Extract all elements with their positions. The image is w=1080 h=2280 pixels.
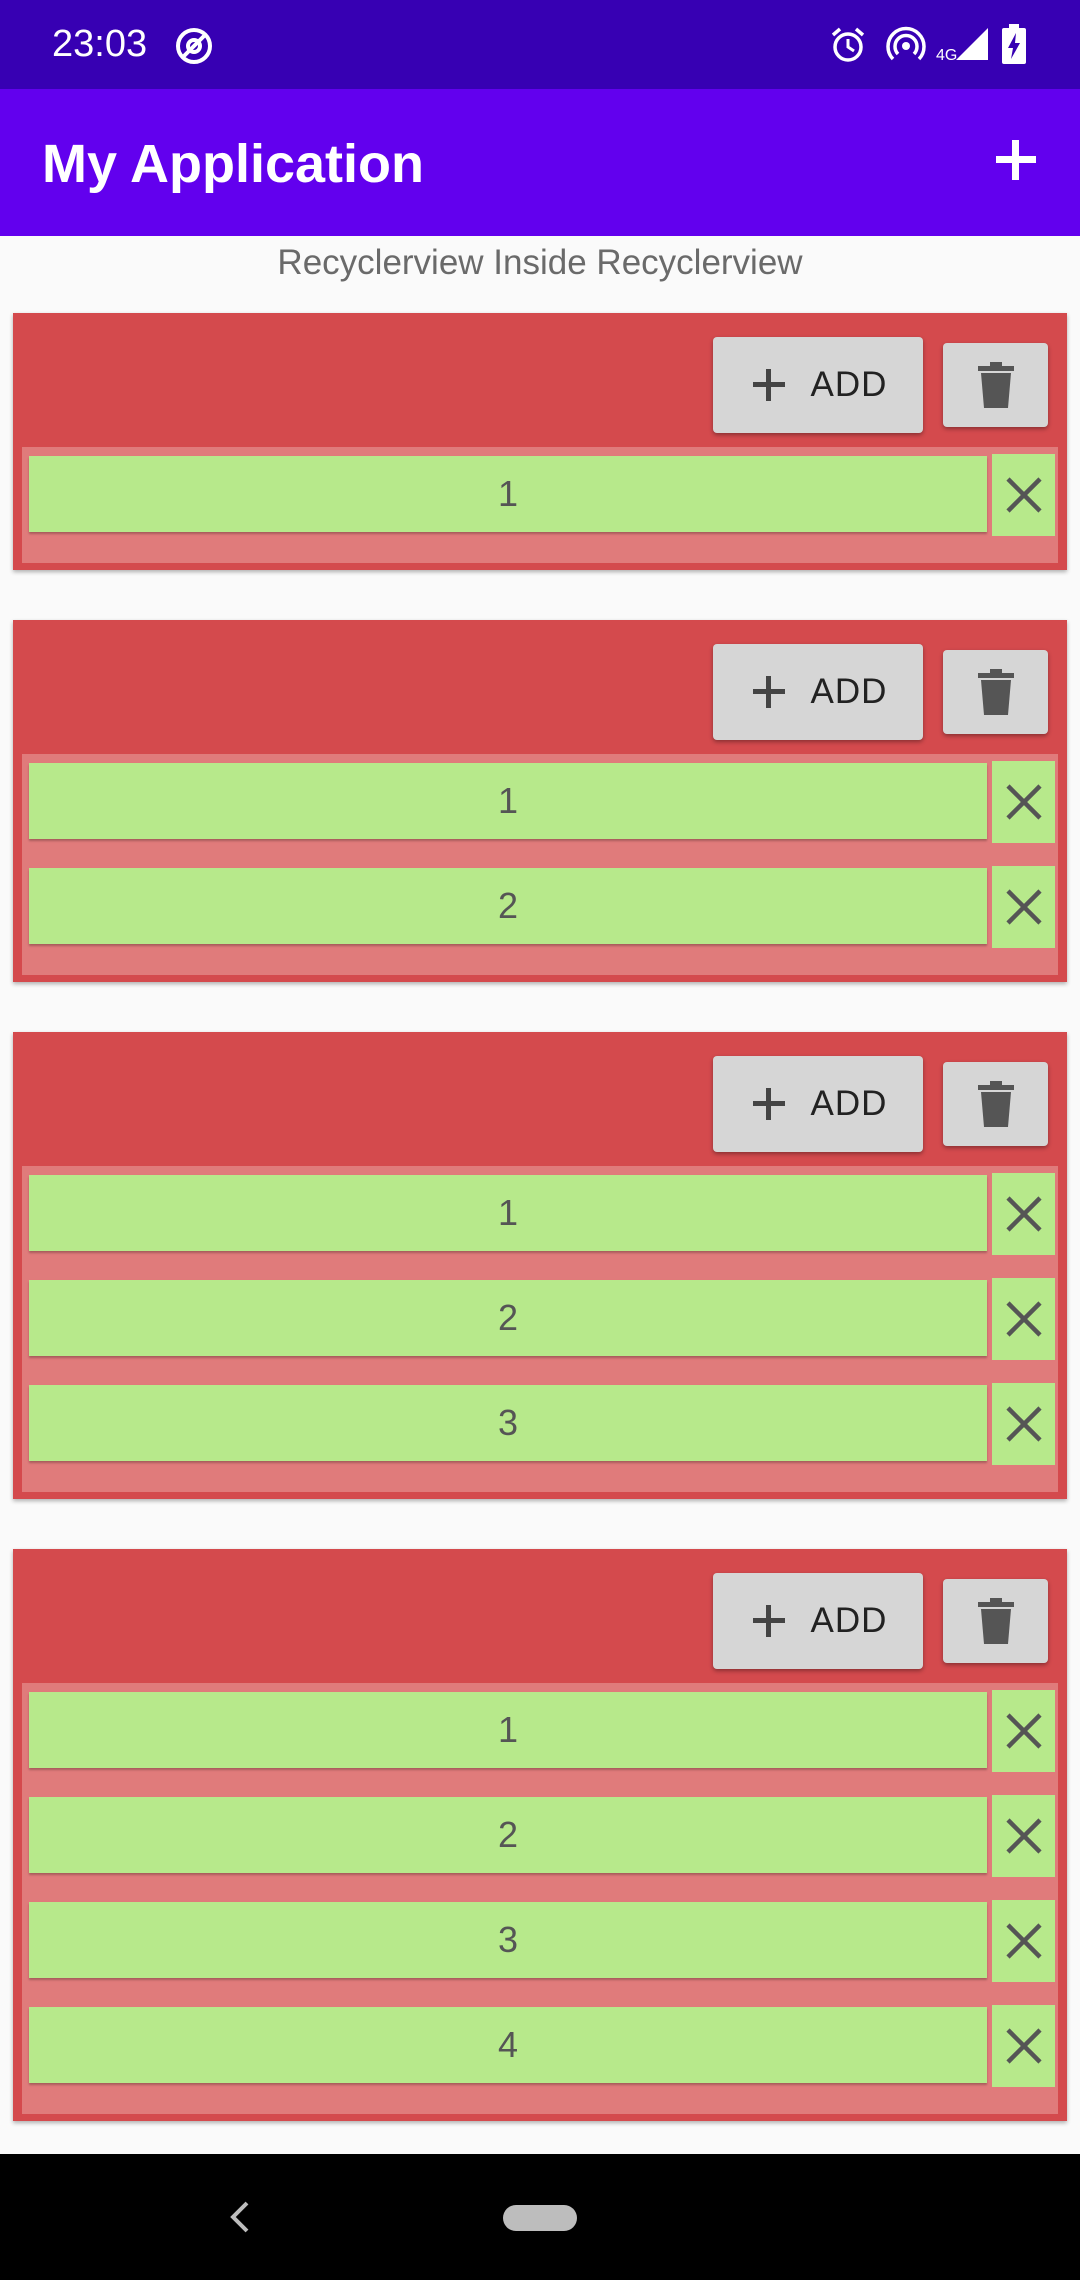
item-value: 3	[497, 1402, 519, 1443]
item-field[interactable]: 1	[29, 1175, 987, 1251]
trash-icon	[977, 669, 1014, 715]
delete-group-button[interactable]	[943, 1579, 1048, 1663]
item-row: 1	[29, 1690, 1055, 1772]
signal-4g-icon: 4G	[936, 28, 988, 62]
item-row: 1	[29, 454, 1055, 536]
status-time: 23:03	[52, 23, 148, 65]
alarm-icon	[831, 27, 865, 62]
trash-icon	[977, 362, 1014, 408]
add-item-button[interactable]: ADD	[713, 337, 923, 433]
remove-item-button[interactable]	[992, 454, 1055, 536]
remove-item-button[interactable]	[992, 1900, 1055, 1982]
item-value: 3	[497, 1919, 519, 1960]
item-value: 1	[497, 780, 519, 821]
close-icon	[1005, 477, 1042, 513]
item-field[interactable]: 3	[29, 1385, 987, 1461]
delete-group-button[interactable]	[943, 343, 1048, 427]
close-icon	[1005, 889, 1042, 925]
close-icon	[1005, 2028, 1042, 2064]
add-item-label: ADD	[810, 1084, 888, 1123]
battery-charging-icon	[1002, 24, 1026, 64]
add-item-button[interactable]: ADD	[713, 1573, 923, 1669]
remove-item-button[interactable]	[992, 2005, 1055, 2087]
add-group-plus-icon[interactable]	[986, 130, 1046, 190]
add-item-label: ADD	[810, 365, 888, 404]
close-icon	[1005, 784, 1042, 820]
trash-icon	[977, 1081, 1014, 1127]
hotspot-icon	[886, 26, 926, 61]
remove-item-button[interactable]	[992, 1383, 1055, 1465]
app-title: My Application	[42, 134, 425, 194]
home-pill-icon[interactable]	[503, 2205, 577, 2231]
item-row: 3	[29, 1383, 1055, 1465]
item-list: 1 2 3	[22, 1166, 1058, 1492]
back-chevron-icon[interactable]	[225, 2197, 255, 2237]
item-row: 2	[29, 866, 1055, 948]
item-field[interactable]: 2	[29, 1280, 987, 1356]
item-row: 1	[29, 761, 1055, 843]
item-row: 1	[29, 1173, 1055, 1255]
trash-icon	[977, 1598, 1014, 1644]
add-item-label: ADD	[810, 672, 888, 711]
item-field[interactable]: 1	[29, 456, 987, 532]
close-icon	[1005, 1301, 1042, 1337]
item-value: 2	[497, 1814, 519, 1855]
group-card: ADD 1	[13, 313, 1067, 570]
item-row: 2	[29, 1278, 1055, 1360]
remove-item-button[interactable]	[992, 1690, 1055, 1772]
close-icon	[1005, 1923, 1042, 1959]
group-card: ADD 1 2	[13, 1032, 1067, 1499]
at-sign-icon	[176, 28, 212, 64]
item-field[interactable]: 4	[29, 2007, 987, 2083]
add-item-button[interactable]: ADD	[713, 644, 923, 740]
item-list: 1	[22, 447, 1058, 563]
remove-item-button[interactable]	[992, 866, 1055, 948]
item-list: 1 2 3	[22, 1683, 1058, 2114]
item-value: 1	[497, 1709, 519, 1750]
item-row: 3	[29, 1900, 1055, 1982]
remove-item-button[interactable]	[992, 1173, 1055, 1255]
plus-icon	[752, 1088, 785, 1120]
app-bar: My Application	[0, 89, 1080, 236]
remove-item-button[interactable]	[992, 761, 1055, 843]
add-item-button[interactable]: ADD	[713, 1056, 923, 1152]
item-value: 2	[497, 885, 519, 926]
item-field[interactable]: 2	[29, 868, 987, 944]
delete-group-button[interactable]	[943, 1062, 1048, 1146]
add-item-label: ADD	[810, 1601, 888, 1640]
item-value: 1	[497, 473, 519, 514]
item-row: 2	[29, 1795, 1055, 1877]
plus-icon	[752, 1605, 785, 1637]
item-row: 4	[29, 2005, 1055, 2087]
group-card: ADD 1 2	[13, 1549, 1067, 2121]
item-list: 1 2	[22, 754, 1058, 975]
status-bar: 23:03 4G	[0, 0, 1080, 89]
item-field[interactable]: 3	[29, 1902, 987, 1978]
plus-icon	[752, 369, 785, 401]
svg-text:4G: 4G	[936, 47, 957, 62]
close-icon	[1005, 1196, 1042, 1232]
remove-item-button[interactable]	[992, 1795, 1055, 1877]
group-card: ADD 1 2	[13, 620, 1067, 982]
delete-group-button[interactable]	[943, 650, 1048, 734]
item-field[interactable]: 1	[29, 763, 987, 839]
remove-item-button[interactable]	[992, 1278, 1055, 1360]
item-field[interactable]: 2	[29, 1797, 987, 1873]
item-value: 1	[497, 1192, 519, 1233]
close-icon	[1005, 1406, 1042, 1442]
close-icon	[1005, 1818, 1042, 1854]
page-subtitle: Recyclerview Inside Recyclerview	[277, 243, 803, 282]
item-value: 2	[497, 1297, 519, 1338]
navigation-bar	[0, 2154, 1080, 2280]
item-field[interactable]: 1	[29, 1692, 987, 1768]
item-value: 4	[497, 2024, 519, 2065]
close-icon	[1005, 1713, 1042, 1749]
plus-icon	[752, 676, 785, 708]
